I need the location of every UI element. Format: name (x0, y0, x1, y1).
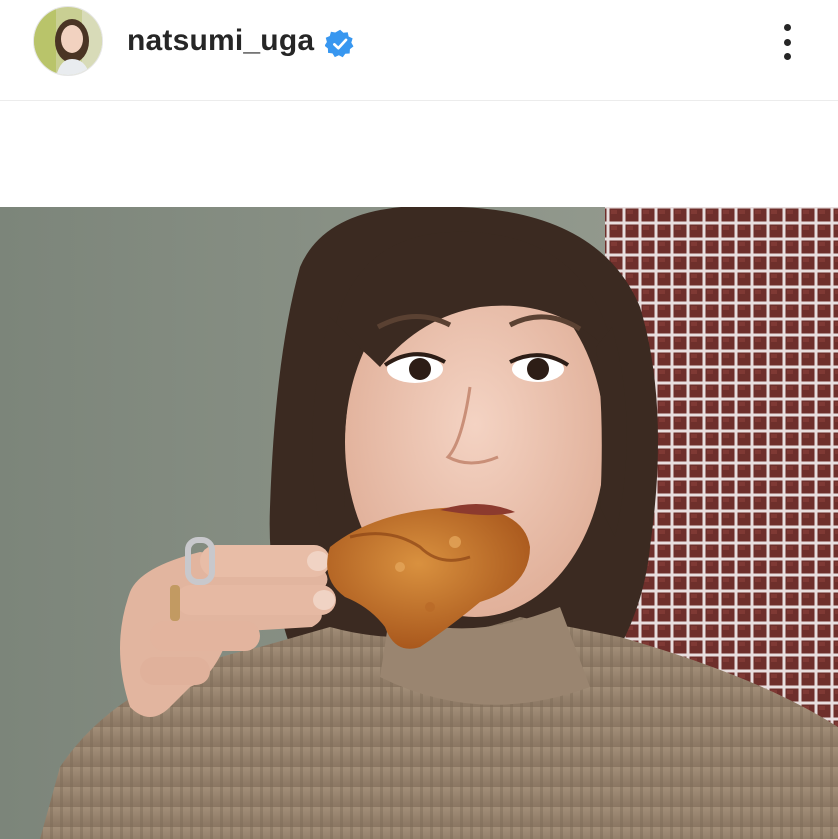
more-dot (783, 53, 791, 60)
username[interactable]: natsumi_uga (127, 24, 314, 58)
more-dot (783, 24, 791, 31)
more-dot (783, 38, 791, 46)
avatar-photo (34, 7, 102, 75)
more-options-icon[interactable] (772, 20, 802, 64)
post-photo (0, 207, 838, 839)
avatar[interactable] (33, 6, 103, 76)
verified-badge-icon (325, 29, 354, 58)
post-header: natsumi_uga (0, 0, 838, 101)
post-image[interactable] (0, 207, 838, 839)
